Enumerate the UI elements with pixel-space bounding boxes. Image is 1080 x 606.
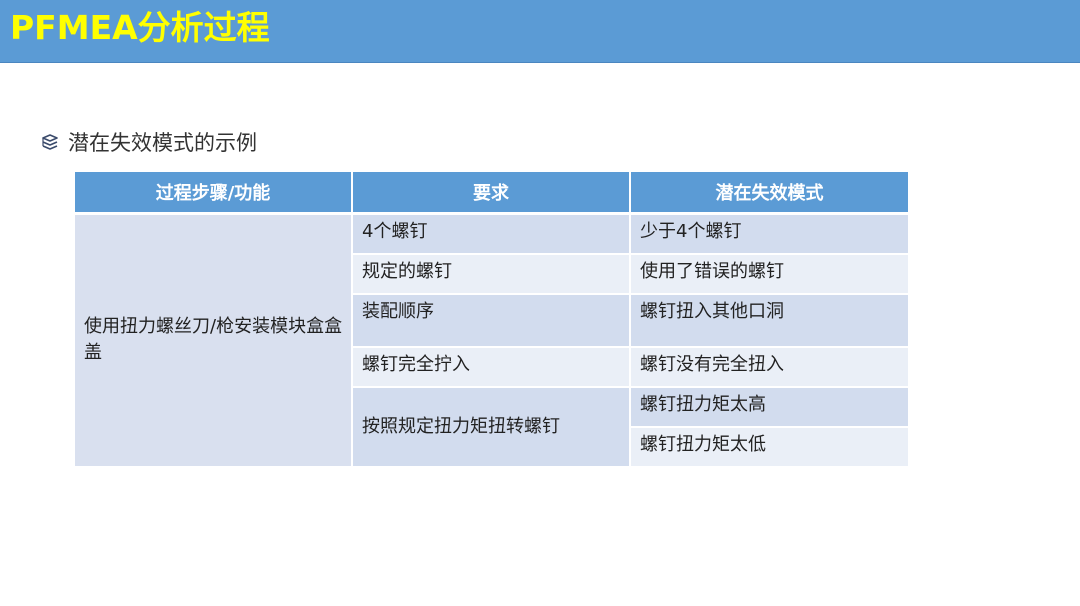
failure-mode-cell: 使用了错误的螺钉 <box>630 253 908 295</box>
table-row: 使用扭力螺丝刀/枪安装模块盒盒盖 4个螺钉 少于4个螺钉 <box>75 213 908 468</box>
header-requirement: 要求 <box>352 172 631 215</box>
requirement-cell: 螺钉完全拧入 <box>352 346 631 388</box>
subtitle-text: 潜在失效模式的示例 <box>68 131 257 155</box>
requirement-cell: 按照规定扭力矩扭转螺钉 <box>352 386 631 468</box>
subtitle: 潜在失效模式的示例 <box>40 128 257 158</box>
table-header-row: 过程步骤/功能 要求 潜在失效模式 <box>75 172 908 215</box>
failure-mode-cell: 螺钉扭力矩太低 <box>630 426 908 468</box>
failure-mode-cell: 螺钉没有完全扭入 <box>630 346 908 388</box>
header-process-step: 过程步骤/功能 <box>75 172 353 215</box>
requirement-cell: 规定的螺钉 <box>352 253 631 295</box>
failure-mode-cell: 螺钉扭入其他口洞 <box>630 293 908 348</box>
slide-title: PFMEA分析过程 <box>10 8 270 47</box>
requirement-cell: 4个螺钉 <box>352 213 631 255</box>
pfmea-table: 过程步骤/功能 要求 潜在失效模式 使用扭力螺丝刀/枪安装模块盒盒盖 4个螺钉 … <box>75 172 908 468</box>
process-step-cell: 使用扭力螺丝刀/枪安装模块盒盒盖 <box>75 213 353 468</box>
slide: PFMEA分析过程 潜在失效模式的示例 过程步骤/功能 要求 潜在失效模式 使用… <box>0 0 1080 606</box>
title-bar: PFMEA分析过程 <box>0 0 1080 63</box>
failure-mode-cell: 少于4个螺钉 <box>630 213 908 255</box>
failure-mode-cell: 螺钉扭力矩太高 <box>630 386 908 428</box>
header-failure-mode: 潜在失效模式 <box>630 172 908 215</box>
requirement-cell: 装配顺序 <box>352 293 631 348</box>
stack-layers-icon <box>40 133 60 153</box>
